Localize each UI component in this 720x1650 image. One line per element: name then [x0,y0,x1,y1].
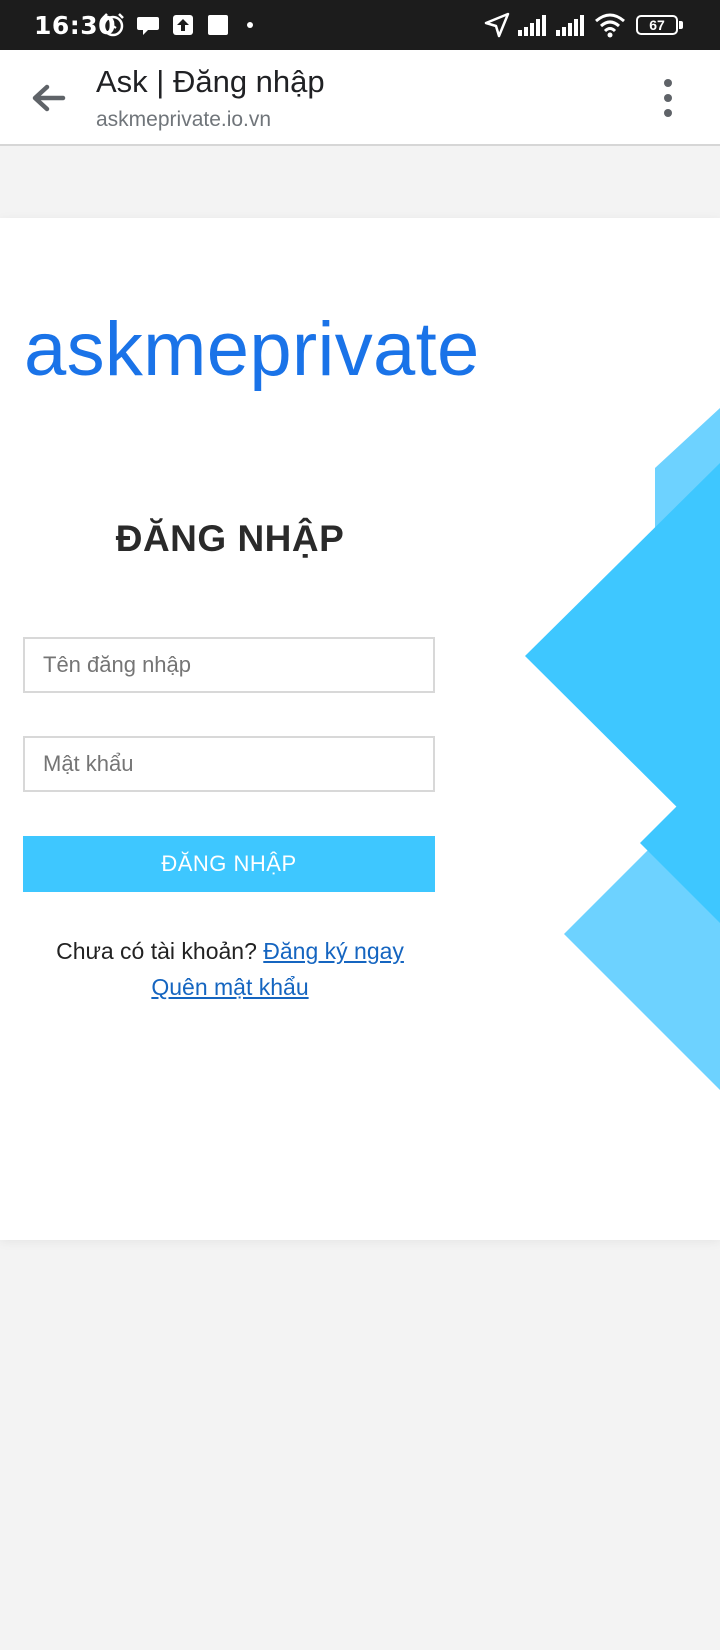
signup-link[interactable]: Đăng ký ngay [263,938,404,964]
browser-header: Ask | Đăng nhập askmeprivate.io.vn [0,50,720,146]
more-vert-icon-dot [664,94,672,102]
arrow-left-icon [32,84,66,112]
chat-bubble-icon [137,17,159,35]
status-bar: 16:30 67 [0,0,720,50]
brand-logo: askmeprivate [24,307,480,392]
dot-icon [247,22,253,28]
square-icon [208,15,228,35]
location-arrow-icon [484,12,510,38]
more-menu-button[interactable] [648,74,688,122]
page-url: askmeprivate.io.vn [96,108,272,131]
login-button[interactable]: ĐĂNG NHẬP [23,836,435,892]
upload-icon [173,15,193,35]
battery-tip [679,21,683,29]
login-heading: ĐĂNG NHẬP [115,518,345,559]
password-input[interactable] [23,736,435,792]
wifi-icon [595,13,625,38]
more-vert-icon-dot [664,109,672,117]
more-vert-icon [664,79,672,87]
signup-row: Chưa có tài khoản? Đăng ký ngay [0,938,460,965]
signal-icon [518,15,546,36]
forgot-row: Quên mật khẩu [0,974,460,1001]
username-input[interactable] [23,637,435,693]
battery-icon: 67 [636,15,678,35]
alarm-icon [102,13,124,37]
login-card: askmeprivate ĐĂNG NHẬP ĐĂNG NHẬP Chưa có… [0,218,720,1240]
back-button[interactable] [24,74,72,122]
forgot-password-link[interactable]: Quên mật khẩu [151,974,308,1000]
page-title: Ask | Đăng nhập [96,64,325,99]
signup-prompt: Chưa có tài khoản? [56,938,257,964]
signal-icon [556,15,584,36]
